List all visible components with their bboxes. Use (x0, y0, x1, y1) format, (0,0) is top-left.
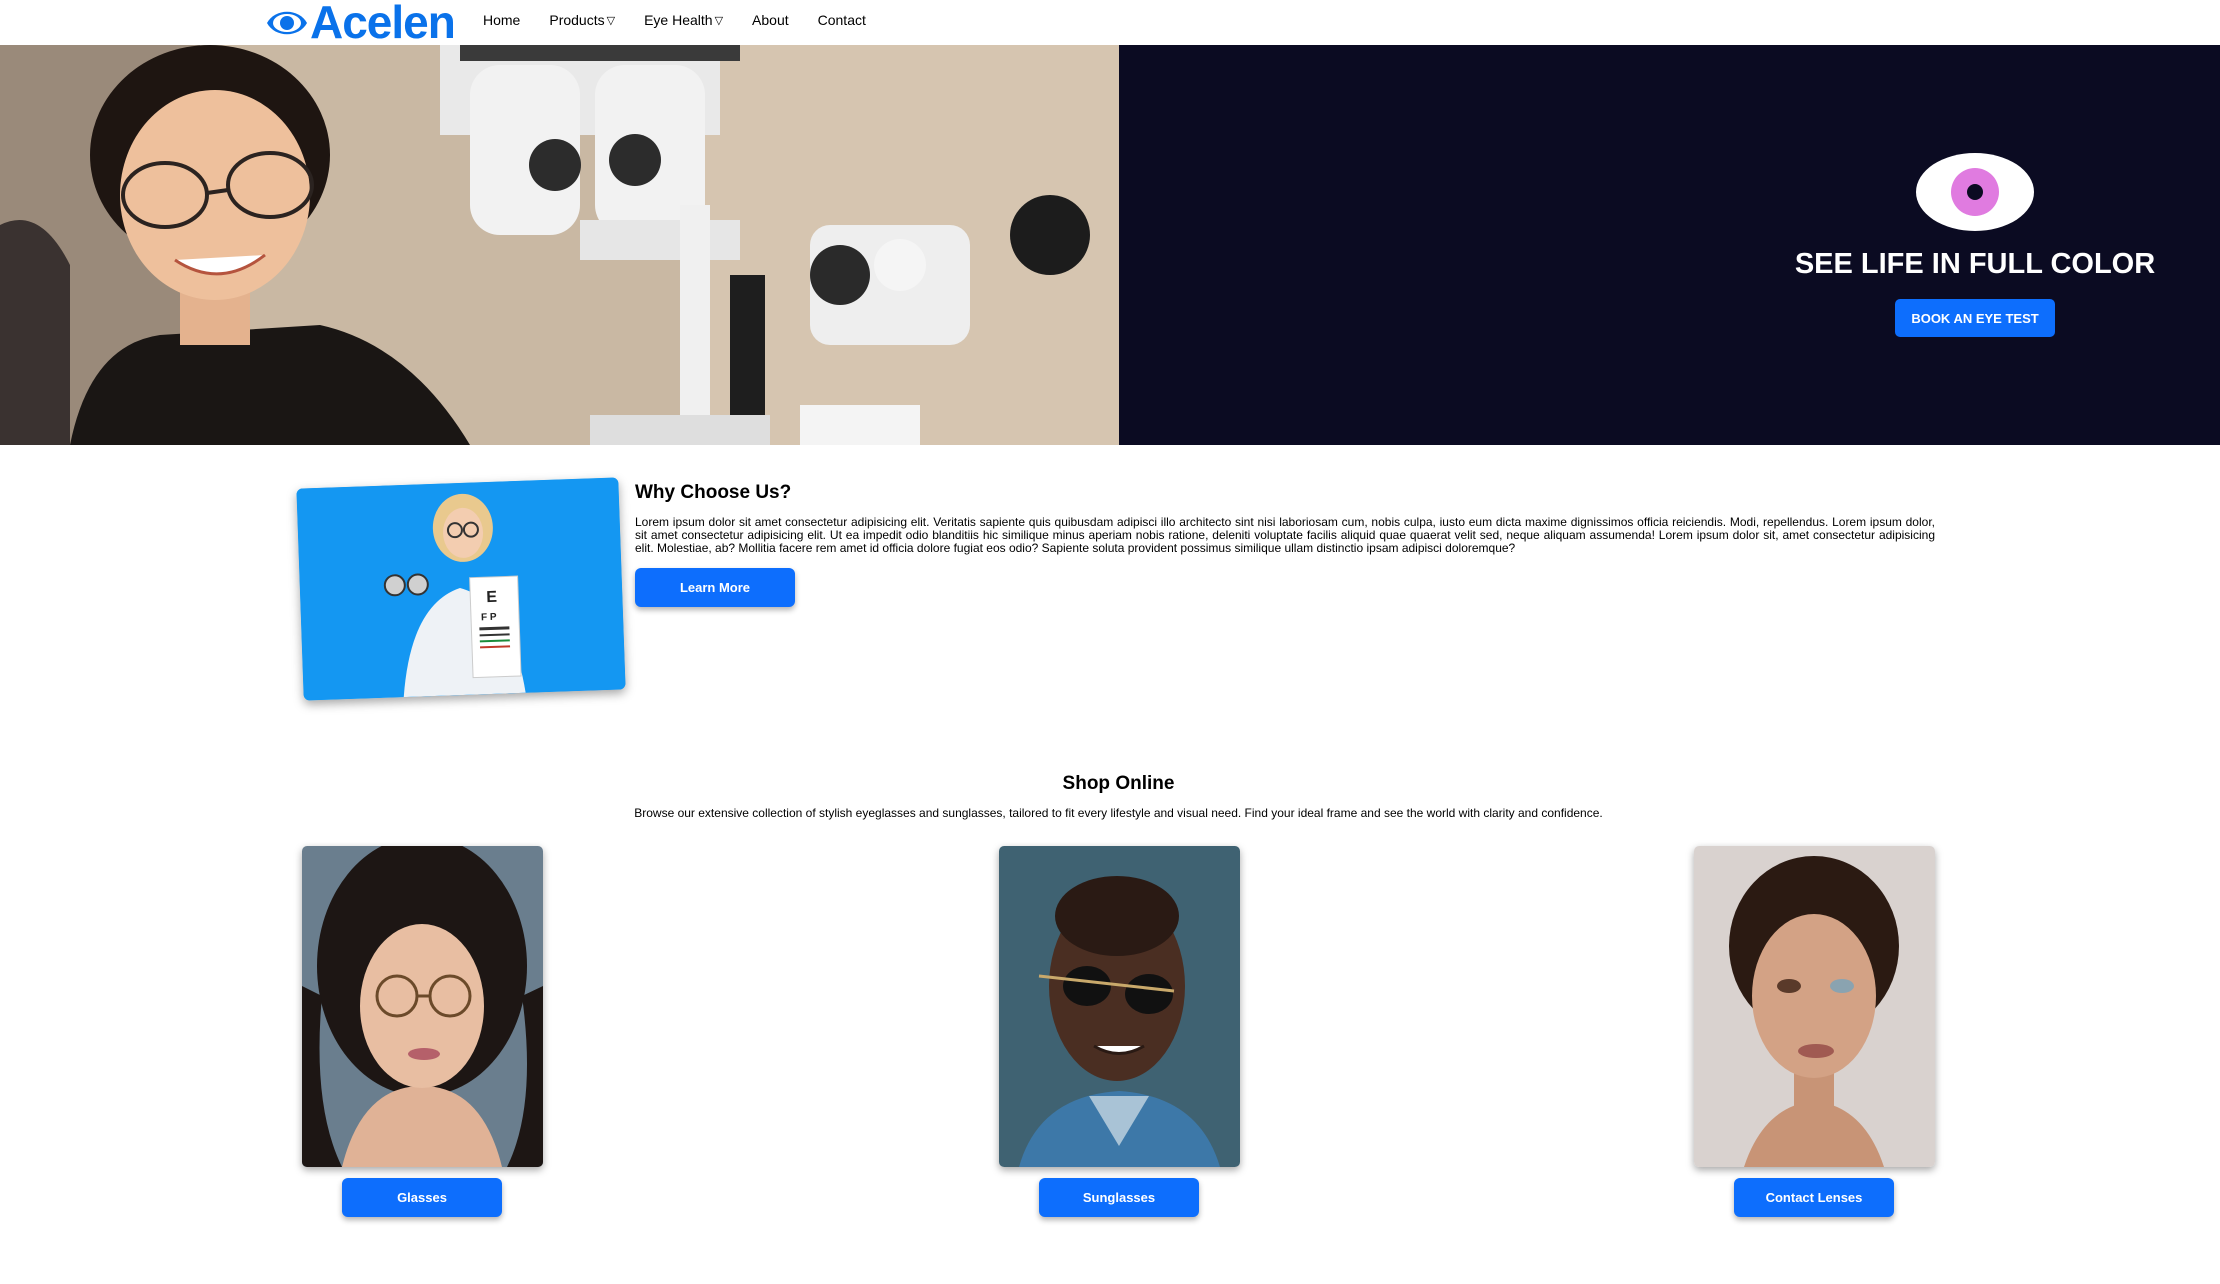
nav-contact-label: Contact (817, 12, 866, 28)
why-choose-us-text: Lorem ipsum dolor sit amet consectetur a… (635, 515, 1935, 555)
logo[interactable]: Acelen (265, 0, 456, 48)
eye-icon (1916, 153, 2034, 231)
sunglasses-card-image[interactable] (999, 846, 1240, 1167)
glasses-button[interactable]: Glasses (342, 1178, 502, 1217)
sunglasses-model-illustration (999, 846, 1240, 1167)
why-choose-us-title: Why Choose Us? (635, 482, 792, 503)
logo-eye-icon (267, 11, 307, 34)
nav-home[interactable]: Home (483, 12, 520, 28)
contact-lenses-button[interactable]: Contact Lenses (1734, 1178, 1894, 1217)
contact-lenses-card-image[interactable] (1694, 846, 1935, 1167)
nav-products-label: Products (549, 12, 605, 28)
main-nav: Home Products ▽ Eye Health ▽ About Contact (483, 0, 895, 40)
hero-title: SEE LIFE IN FULL COLOR (1794, 248, 2156, 280)
hero-dark-panel (1119, 45, 2220, 445)
hero-photo (0, 45, 1119, 445)
shop-online-title: Shop Online (1062, 773, 1175, 794)
nav-about-label: About (752, 12, 789, 28)
nav-eye-health-label: Eye Health (644, 12, 713, 28)
hero-banner: SEE LIFE IN FULL COLOR BOOK AN EYE TEST (0, 45, 2220, 445)
optometrist-illustration: E F P (296, 477, 626, 701)
contact-lenses-model-illustration (1694, 846, 1935, 1167)
glasses-model-illustration (302, 846, 543, 1167)
nav-contact[interactable]: Contact (818, 12, 866, 28)
book-eye-test-button[interactable]: BOOK AN EYE TEST (1895, 299, 2055, 337)
chevron-down-icon: ▽ (606, 14, 616, 27)
nav-eye-health[interactable]: Eye Health ▽ (644, 12, 723, 28)
site-header: Acelen Home Products ▽ Eye Health ▽ About … (0, 0, 2220, 45)
glasses-card-image[interactable] (302, 846, 543, 1167)
svg-text:F P: F P (481, 612, 497, 624)
logo-text: Acelen (310, 0, 456, 48)
chevron-down-icon: ▽ (714, 14, 724, 27)
nav-about[interactable]: About (752, 12, 789, 28)
sunglasses-button[interactable]: Sunglasses (1039, 1178, 1199, 1217)
nav-home-label: Home (483, 12, 521, 28)
nav-products[interactable]: Products ▽ (549, 12, 615, 28)
learn-more-button[interactable]: Learn More (635, 568, 795, 607)
svg-text:E: E (486, 589, 498, 606)
hero-illustration (0, 45, 1119, 445)
shop-online-description: Browse our extensive collection of styli… (634, 806, 1603, 820)
why-choose-us-image: E F P (296, 477, 626, 701)
